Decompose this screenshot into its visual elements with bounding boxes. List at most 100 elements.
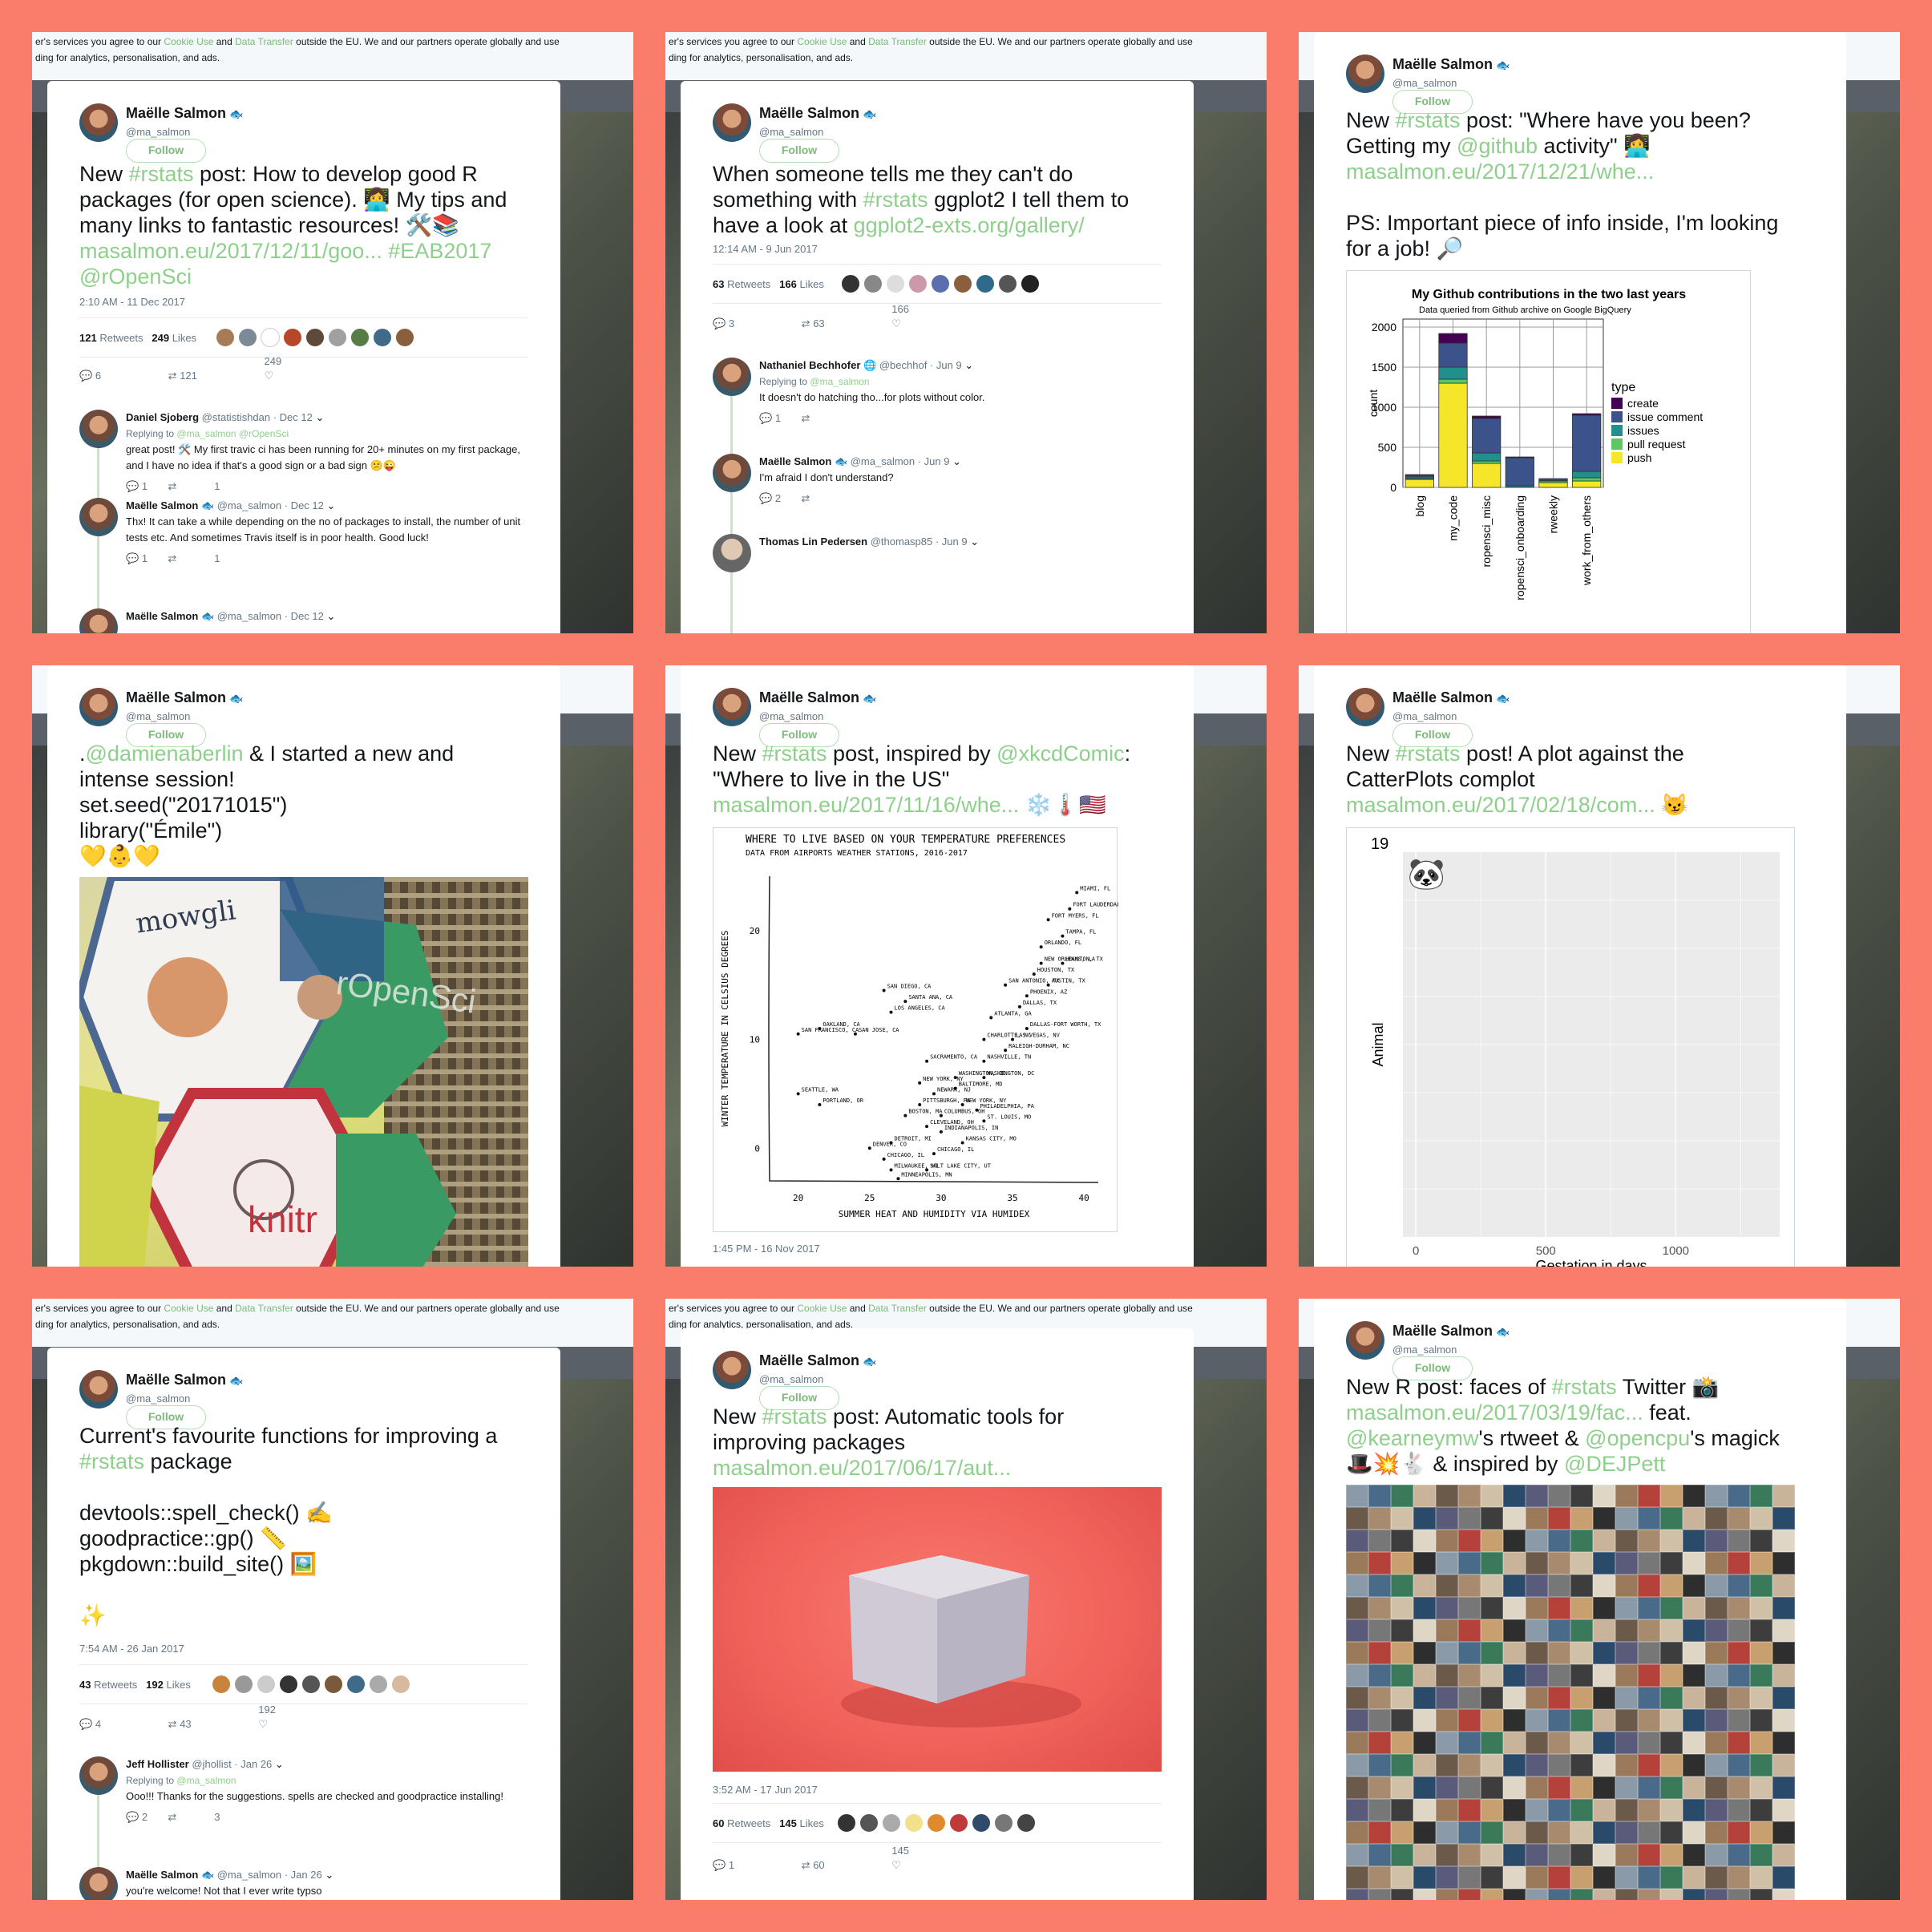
heart-icon[interactable]: ♡ 249 (265, 355, 282, 382)
avatar[interactable] (1346, 55, 1384, 93)
avatar[interactable] (713, 688, 751, 726)
author-name[interactable]: Maëlle Salmon 🐟 (126, 105, 243, 122)
hashtag-link[interactable]: #rstats (762, 1405, 827, 1429)
reply-author[interactable]: Maëlle Salmon (759, 455, 831, 467)
tweet-timestamp[interactable]: 1:45 PM - 16 Nov 2017 (713, 1243, 820, 1255)
reply-icon[interactable]: 💬 3 (713, 317, 766, 330)
reply-author[interactable]: Thomas Lin Pedersen (759, 536, 867, 548)
reply-tweet[interactable]: Maëlle Salmon 🐟 @ma_salmon · Jun 9 ⌄ I'm… (713, 454, 1162, 518)
follow-button[interactable]: Follow (759, 139, 839, 163)
reply-tweet[interactable]: Thomas Lin Pedersen @thomasp85 · Jun 9 ⌄ (713, 534, 1162, 582)
like-count[interactable]: 166 (779, 278, 797, 290)
chevron-down-icon[interactable]: ⌄ (970, 536, 979, 548)
reply-author[interactable]: Daniel Sjoberg (126, 411, 199, 423)
chevron-down-icon[interactable]: ⌄ (325, 1869, 333, 1881)
tweet-photo[interactable]: mowgli rOpenSci knitr (79, 877, 528, 1267)
chevron-down-icon[interactable]: ⌄ (952, 455, 961, 467)
mention-link[interactable]: @rOpenSci (79, 265, 192, 289)
replying-to-link[interactable]: @ma_salmon @rOpenSci (176, 428, 289, 439)
avatar[interactable] (79, 608, 118, 633)
hashtag-link[interactable]: #rstats (1396, 108, 1461, 132)
avatar[interactable] (713, 358, 751, 396)
hashtag-link[interactable]: #rstats (1552, 1375, 1617, 1399)
retweet-count[interactable]: 121 (79, 332, 97, 344)
catterplot-chart[interactable]: 19 0 500 1000 Gestation in days Animal 🐼 (1346, 827, 1795, 1267)
data-transfer-link[interactable]: Data Transfer (868, 36, 927, 47)
retweet-icon[interactable]: ⇄ 63 (802, 317, 857, 330)
avatar[interactable] (79, 498, 118, 536)
author-name[interactable]: Maëlle Salmon 🐟 (1392, 689, 1510, 706)
heart-icon[interactable]: ♡ 192 (258, 1704, 276, 1731)
avatar[interactable] (713, 1351, 751, 1389)
post-link[interactable]: masalmon.eu/2017/02/18/com... (1346, 793, 1655, 817)
retweet-count[interactable]: 43 (79, 1679, 91, 1691)
post-link[interactable]: masalmon.eu/2017/03/19/fac... (1346, 1400, 1643, 1425)
mention-link[interactable]: @github (1457, 134, 1538, 158)
reply-tweet[interactable]: Daniel Sjoberg @statistishdan · Dec 12 ⌄… (79, 410, 528, 492)
retweet-icon[interactable]: ⇄ 60 (802, 1859, 857, 1872)
cookie-link[interactable]: Cookie Use (797, 36, 847, 47)
post-link[interactable]: masalmon.eu/2017/12/11/goo... (79, 239, 382, 263)
like-count[interactable]: 249 (152, 332, 169, 344)
post-link[interactable]: masalmon.eu/2017/12/21/whe... (1346, 160, 1654, 184)
reply-icon[interactable]: 💬 4 (79, 1718, 133, 1731)
replying-to-link[interactable]: @ma_salmon (176, 1775, 236, 1786)
reply-tweet[interactable]: Jeff Hollister @jhollist · Jan 26 ⌄ Repl… (79, 1756, 528, 1837)
data-transfer-link[interactable]: Data Transfer (868, 1303, 927, 1314)
retweet-icon[interactable]: ⇄ 121 (168, 370, 229, 382)
hashtag-link[interactable]: #rstats (863, 188, 928, 212)
mention-link[interactable]: @xkcdComic (996, 742, 1124, 766)
avatar[interactable] (1346, 1321, 1384, 1360)
avatar[interactable] (79, 1756, 118, 1795)
cookie-link[interactable]: Cookie Use (164, 36, 213, 47)
liker-avatars[interactable] (841, 274, 1043, 295)
reply-author[interactable]: Jeff Hollister (126, 1758, 189, 1770)
hashtag-link[interactable]: #EAB2017 (388, 239, 491, 263)
retweet-count[interactable]: 60 (713, 1817, 724, 1829)
hashtag-link[interactable]: #rstats (79, 1449, 144, 1473)
cookie-link[interactable]: Cookie Use (164, 1303, 213, 1314)
reply-author[interactable]: Maëlle Salmon (126, 499, 198, 511)
mention-link[interactable]: @kearneymw (1346, 1426, 1478, 1450)
hashtag-link[interactable]: #rstats (1396, 742, 1461, 766)
tweet-timestamp[interactable]: 2:10 AM - 11 Dec 2017 (79, 296, 185, 308)
avatar[interactable] (713, 103, 751, 142)
post-link[interactable]: masalmon.eu/2017/06/17/aut... (713, 1456, 1011, 1480)
tweet-timestamp[interactable]: 3:52 AM - 17 Jun 2017 (713, 1784, 818, 1796)
chevron-down-icon[interactable]: ⌄ (315, 411, 324, 423)
reply-tweet[interactable]: Maëlle Salmon 🐟 @ma_salmon · Dec 12 ⌄ (79, 608, 528, 633)
author-name[interactable]: Maëlle Salmon 🐟 (759, 105, 876, 122)
liker-avatars[interactable] (216, 328, 418, 349)
like-count[interactable]: 192 (146, 1679, 164, 1691)
hashtag-link[interactable]: #rstats (762, 742, 827, 766)
chevron-down-icon[interactable]: ⌄ (275, 1758, 284, 1770)
avatar[interactable] (79, 1867, 118, 1900)
xkcd-temperature-chart[interactable]: WHERE TO LIVE BASED ON YOUR TEMPERATURE … (713, 827, 1137, 1232)
avatar[interactable] (79, 103, 118, 142)
gallery-link[interactable]: ggplot2-exts.org/gallery/ (854, 213, 1085, 237)
cookie-link[interactable]: Cookie Use (797, 1303, 847, 1314)
reply-author[interactable]: Maëlle Salmon (126, 610, 198, 622)
author-name[interactable]: Maëlle Salmon 🐟 (759, 689, 876, 706)
follow-button[interactable]: Follow (126, 139, 206, 163)
author-name[interactable]: Maëlle Salmon 🐟 (759, 1352, 876, 1369)
hashtag-link[interactable]: #rstats (129, 162, 194, 186)
mention-link[interactable]: @damienaberlin (86, 742, 244, 766)
reply-icon[interactable]: 💬 6 (79, 370, 133, 382)
author-name[interactable]: Maëlle Salmon 🐟 (126, 689, 243, 706)
author-name[interactable]: Maëlle Salmon 🐟 (1392, 1323, 1510, 1340)
avatar[interactable] (79, 688, 118, 726)
tweet-timestamp[interactable]: 7:54 AM - 26 Jan 2017 (79, 1643, 184, 1655)
github-contributions-chart[interactable]: My Github contributions in the two last … (1346, 270, 1751, 633)
liker-avatars[interactable] (837, 1813, 1039, 1834)
heart-icon[interactable]: ♡ 145 (891, 1845, 909, 1872)
replying-to-link[interactable]: @ma_salmon (810, 376, 869, 387)
chevron-down-icon[interactable]: ⌄ (327, 610, 336, 622)
avatar[interactable] (79, 410, 118, 448)
author-name[interactable]: Maëlle Salmon 🐟 (1392, 56, 1510, 73)
post-link[interactable]: masalmon.eu/2017/11/16/whe... (713, 793, 1019, 817)
tweet-photo[interactable] (713, 1487, 1162, 1772)
data-transfer-link[interactable]: Data Transfer (235, 36, 293, 47)
data-transfer-link[interactable]: Data Transfer (235, 1303, 293, 1314)
avatar[interactable] (713, 454, 751, 492)
